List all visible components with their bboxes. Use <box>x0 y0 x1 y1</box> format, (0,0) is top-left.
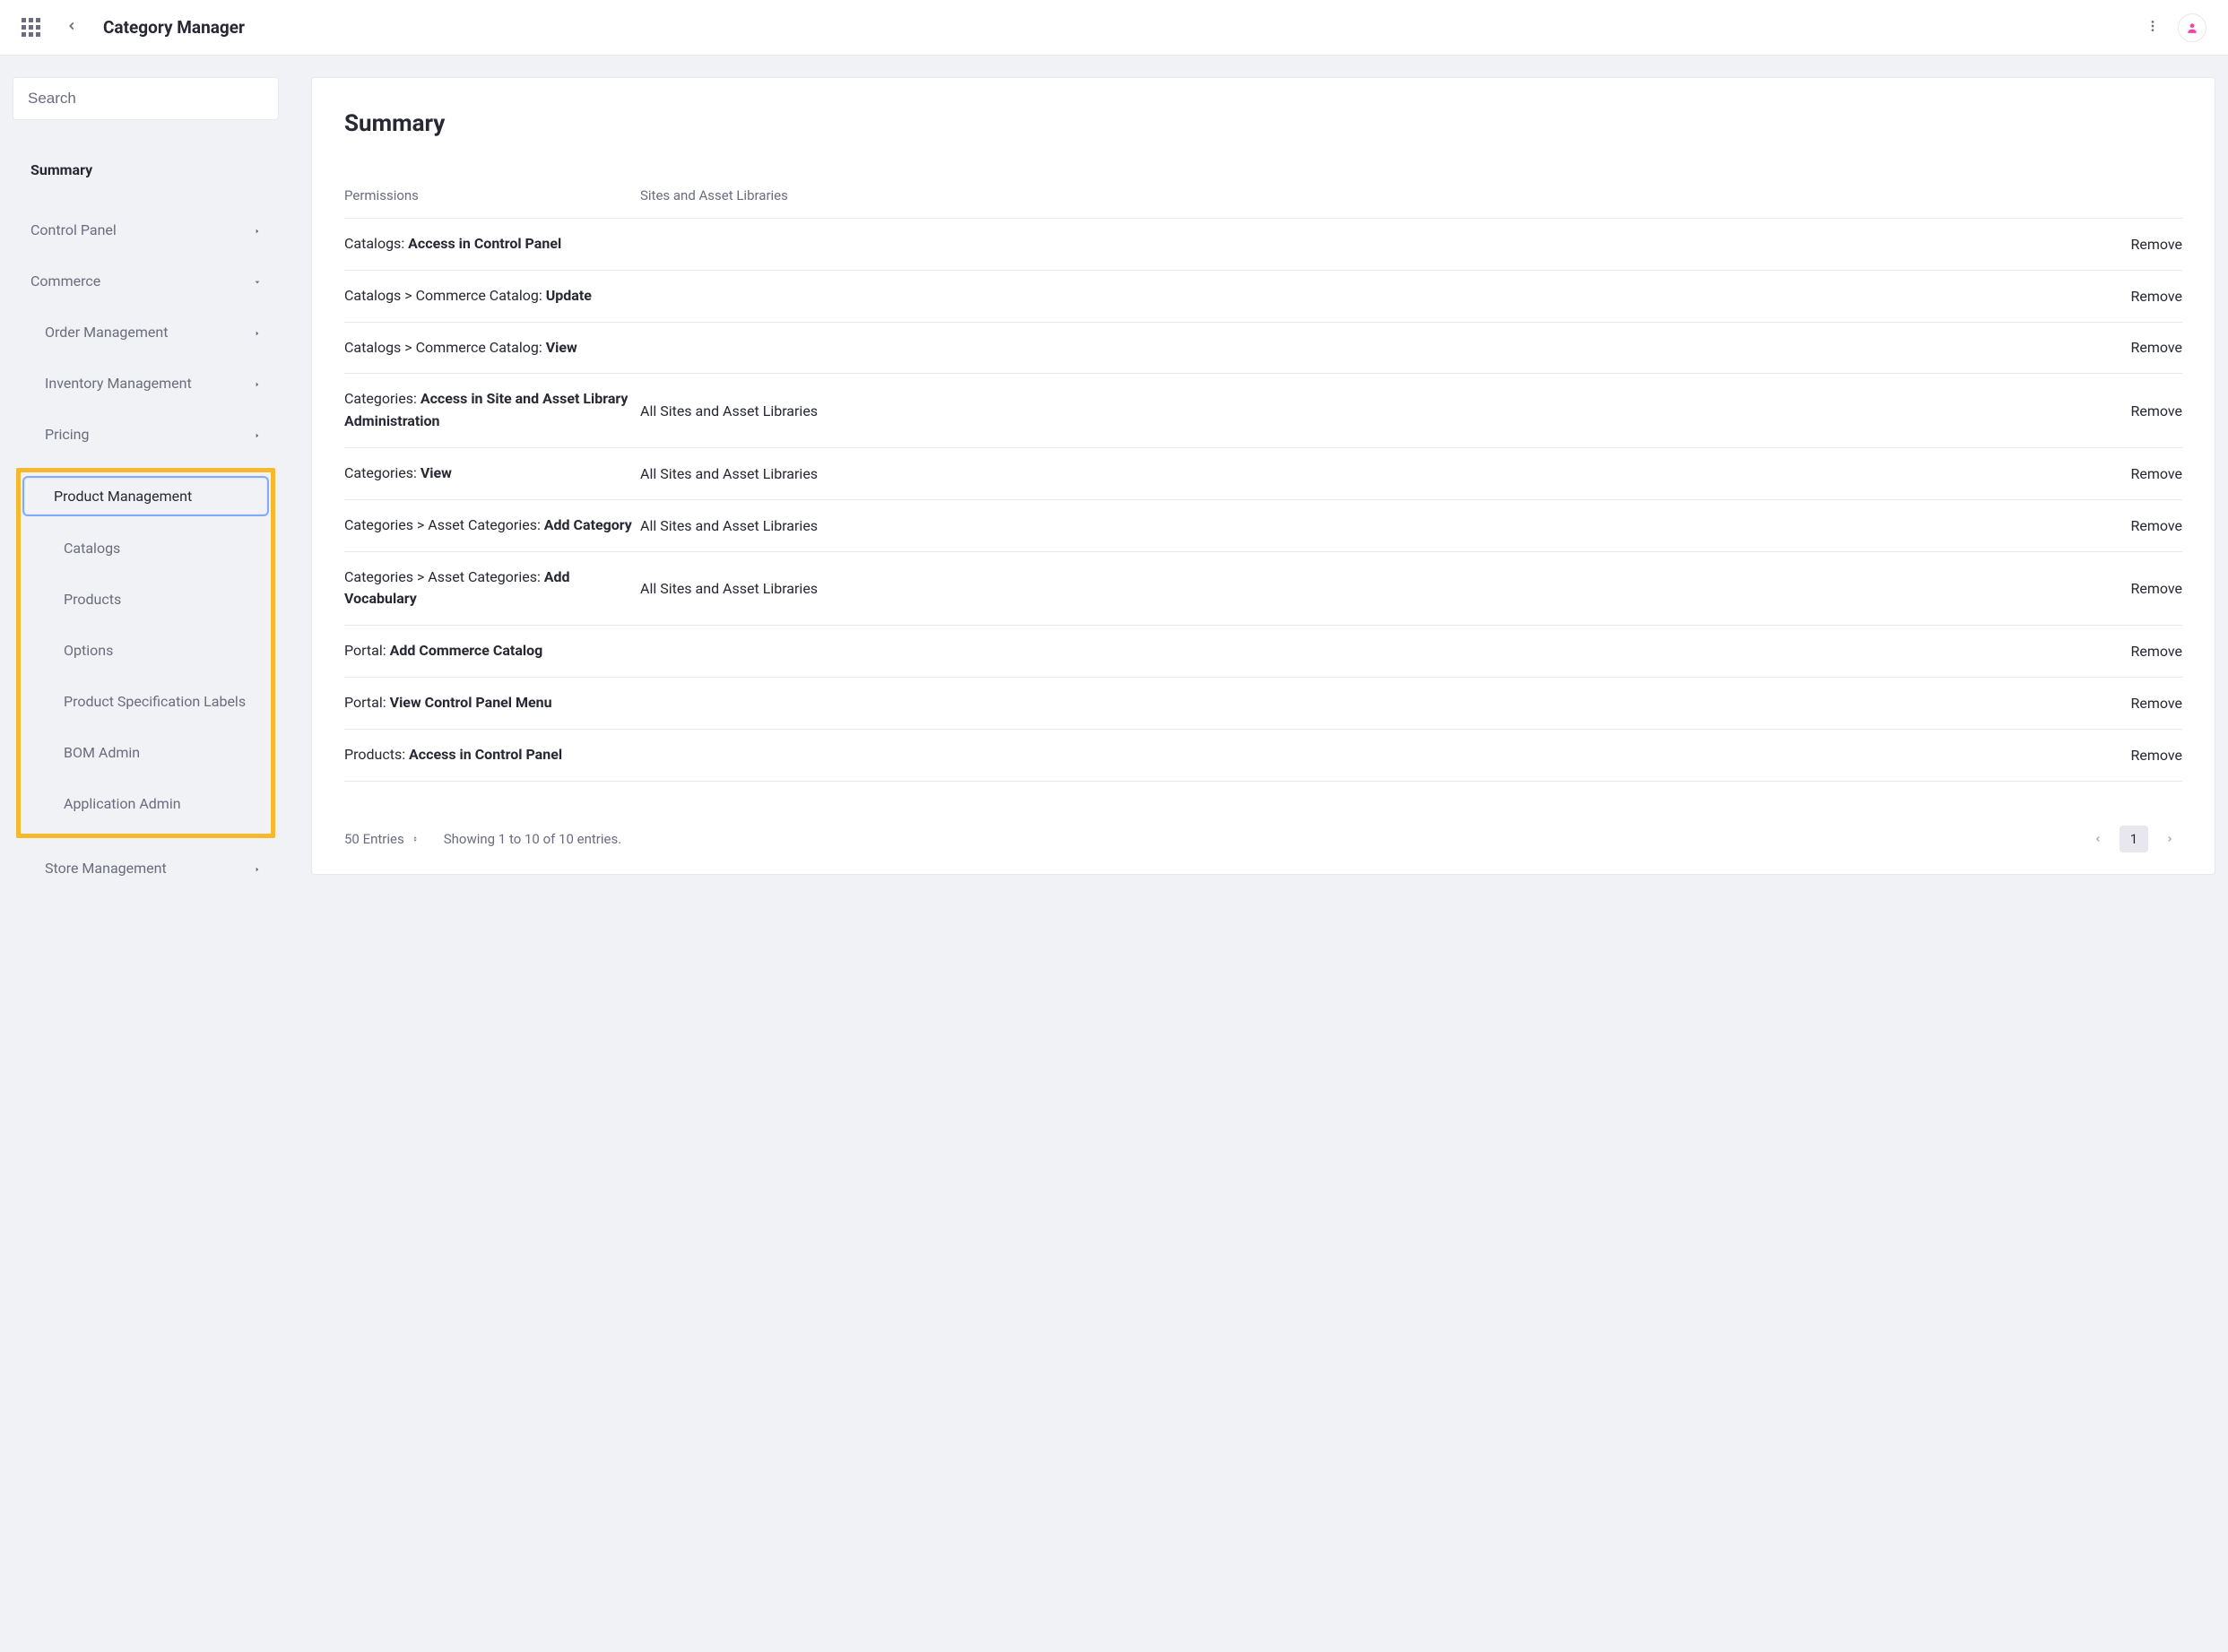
table-row: Categories > Asset Categories: Add Vocab… <box>344 552 2182 627</box>
remove-link[interactable]: Remove <box>2130 465 2182 482</box>
sidebar-item-label: Store Management <box>45 860 167 877</box>
search-input[interactable] <box>13 77 279 120</box>
sidebar-item-order-management[interactable]: Order Management <box>16 315 275 350</box>
sidebar-item-pricing[interactable]: Pricing <box>16 417 275 452</box>
page-title: Category Manager <box>103 17 245 38</box>
cell-permission: Portal: View Control Panel Menu <box>344 692 640 714</box>
caret-down-icon <box>254 272 261 290</box>
cell-permission: Categories > Asset Categories: Add Categ… <box>344 515 640 537</box>
back-icon[interactable] <box>65 19 78 36</box>
cell-permission: Catalogs > Commerce Catalog: View <box>344 337 640 359</box>
cell-sites: All Sites and Asset Libraries <box>640 402 891 419</box>
sidebar-item-label: Inventory Management <box>45 375 192 392</box>
cell-permission: Portal: Add Commerce Catalog <box>344 640 640 662</box>
sidebar-item-product-spec-labels[interactable]: Product Specification Labels <box>24 684 267 719</box>
showing-label: Showing 1 to 10 of 10 entries. <box>444 831 621 847</box>
pager-page[interactable]: 1 <box>2120 826 2148 852</box>
kebab-icon[interactable] <box>2146 19 2160 37</box>
sidebar-item-summary[interactable]: Summary <box>16 152 275 187</box>
sidebar-item-options[interactable]: Options <box>24 633 267 668</box>
sidebar-item-label: Pricing <box>45 426 90 443</box>
table-row: Categories: Access in Site and Asset Lib… <box>344 374 2182 448</box>
caret-right-icon <box>254 860 261 877</box>
sidebar-item-products[interactable]: Products <box>24 582 267 617</box>
highlight-box: Product Management Catalogs Products Opt… <box>16 468 275 838</box>
table-row: Catalogs: Access in Control Panel Remove <box>344 219 2182 271</box>
cell-permission: Catalogs: Access in Control Panel <box>344 233 640 255</box>
sidebar-item-commerce[interactable]: Commerce <box>16 264 275 298</box>
cell-sites: All Sites and Asset Libraries <box>640 517 891 534</box>
cell-permission: Catalogs > Commerce Catalog: Update <box>344 285 640 307</box>
sidebar-item-label: Catalogs <box>64 540 120 557</box>
remove-link[interactable]: Remove <box>2130 339 2182 356</box>
avatar[interactable] <box>2178 13 2206 42</box>
caret-right-icon <box>254 324 261 341</box>
cell-permission: Categories: Access in Site and Asset Lib… <box>344 388 640 433</box>
sidebar-item-control-panel[interactable]: Control Panel <box>16 212 275 247</box>
sidebar-item-label: Products <box>64 591 121 608</box>
sidebar-item-label: Control Panel <box>30 221 117 238</box>
apps-icon[interactable] <box>22 18 40 37</box>
sidebar-item-catalogs[interactable]: Catalogs <box>24 531 267 566</box>
sidebar-item-label: Application Admin <box>64 795 181 812</box>
remove-link[interactable]: Remove <box>2130 695 2182 712</box>
sidebar-item-label: Product Management <box>54 488 192 505</box>
cell-permission: Products: Access in Control Panel <box>344 744 640 766</box>
remove-link[interactable]: Remove <box>2130 288 2182 305</box>
sidebar-item-label: Product Specification Labels <box>64 693 246 710</box>
entries-label: 50 Entries <box>344 831 404 847</box>
table-row: Catalogs > Commerce Catalog: View Remove <box>344 323 2182 375</box>
sort-icon <box>412 835 419 843</box>
pager-prev[interactable] <box>2085 826 2111 852</box>
sidebar-item-store-management[interactable]: Store Management <box>16 851 275 886</box>
panel-heading: Summary <box>344 110 2182 137</box>
table-row: Portal: View Control Panel Menu Remove <box>344 678 2182 730</box>
remove-link[interactable]: Remove <box>2130 236 2182 253</box>
sidebar-item-label: Commerce <box>30 272 100 290</box>
table-row: Categories: ViewAll Sites and Asset Libr… <box>344 448 2182 500</box>
table-row: Catalogs > Commerce Catalog: Update Remov… <box>344 271 2182 323</box>
caret-right-icon <box>254 375 261 392</box>
remove-link[interactable]: Remove <box>2130 747 2182 764</box>
cell-sites: All Sites and Asset Libraries <box>640 580 891 597</box>
table-row: Portal: Add Commerce Catalog Remove <box>344 626 2182 678</box>
pager-next[interactable] <box>2157 826 2182 852</box>
table-row: Products: Access in Control Panel Remove <box>344 730 2182 782</box>
sidebar-item-product-management[interactable]: Product Management <box>24 478 267 515</box>
table-header: Permissions Sites and Asset Libraries <box>344 187 2182 219</box>
sidebar-item-label: Summary <box>30 161 92 178</box>
col-header-sites: Sites and Asset Libraries <box>640 187 891 203</box>
sidebar-item-label: Options <box>64 642 113 659</box>
cell-permission: Categories: View <box>344 463 640 485</box>
cell-permission: Categories > Asset Categories: Add Vocab… <box>344 567 640 611</box>
entries-select[interactable]: 50 Entries <box>344 831 419 847</box>
col-header-permissions: Permissions <box>344 187 640 203</box>
sidebar-item-bom-admin[interactable]: BOM Admin <box>24 735 267 770</box>
sidebar-item-application-admin[interactable]: Application Admin <box>24 786 267 821</box>
remove-link[interactable]: Remove <box>2130 643 2182 660</box>
remove-link[interactable]: Remove <box>2130 402 2182 419</box>
sidebar-item-inventory-management[interactable]: Inventory Management <box>16 366 275 401</box>
table-row: Categories > Asset Categories: Add Categ… <box>344 500 2182 552</box>
remove-link[interactable]: Remove <box>2130 517 2182 534</box>
pager: 1 <box>2085 826 2182 852</box>
sidebar-item-label: Order Management <box>45 324 168 341</box>
remove-link[interactable]: Remove <box>2130 580 2182 597</box>
caret-right-icon <box>254 221 261 238</box>
cell-sites: All Sites and Asset Libraries <box>640 465 891 482</box>
caret-right-icon <box>254 426 261 443</box>
sidebar-item-label: BOM Admin <box>64 744 140 761</box>
